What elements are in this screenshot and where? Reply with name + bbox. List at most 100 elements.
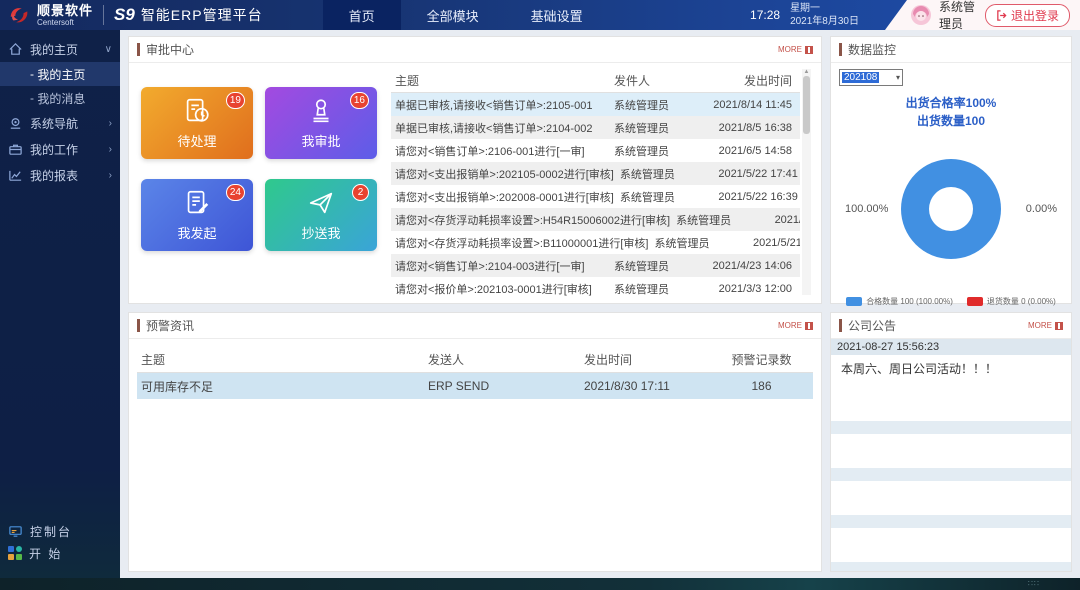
table-row[interactable]: 请您对<报价单>:202103-0001进行[审核]系统管理员2021/3/3 … [391, 277, 800, 300]
approval-more-link[interactable]: MORE [778, 45, 813, 54]
table-row[interactable]: 单据已审核,请接收<销售订单>:2104-002系统管理员2021/8/5 16… [391, 116, 800, 139]
notice-item[interactable]: 2021-08-27 15:56:23 本周六、周日公司活动！！！ [831, 339, 1071, 387]
nav-tab-home[interactable]: 首页 [323, 0, 401, 30]
console-button[interactable]: 控制台 [0, 520, 120, 542]
scroll-up-icon[interactable]: ▲ [804, 69, 810, 75]
legend-swatch-return [967, 297, 983, 306]
pending-count-badge: 19 [226, 92, 245, 109]
alerts-panel-title: 预警资讯 [146, 317, 194, 334]
more-grid-icon [1055, 322, 1063, 330]
table-row[interactable]: 请您对<支出报销单>:202105-0002进行[审核]系统管理员2021/5/… [391, 162, 800, 185]
table-scrollbar[interactable]: ▲ [802, 69, 811, 295]
table-row[interactable]: 请您对<存货浮动耗损率设置>:B11000001进行[审核]系统管理员2021/… [391, 231, 800, 254]
sidebar-subitem-my-home[interactable]: - 我的主页 [0, 62, 120, 86]
paper-plane-icon [306, 188, 336, 218]
approval-tiles: 19 待处理 16 [141, 87, 377, 295]
tile-cc-to-me[interactable]: 2 抄送我 [265, 179, 377, 251]
centersoft-swirl-icon [8, 4, 30, 26]
date-block: 星期一 2021年8月30日 [790, 2, 885, 28]
notice-text: 本周六、周日公司活动！！！ [831, 355, 1071, 387]
product-title: 智能ERP管理平台 [141, 0, 293, 30]
start-button[interactable]: 开 始 [0, 542, 120, 564]
sidebar-item-my-home[interactable]: 我的主页 ∨ [0, 36, 120, 62]
alerts-panel: 预警资讯 MORE 主题 发送人 发出时间 预警记录数 [128, 312, 822, 572]
notice-empty-slot [831, 421, 1071, 434]
topbar-right: 17:28 星期一 2021年8月30日 系统管理员 [750, 0, 1080, 30]
scrollbar-thumb[interactable] [803, 76, 810, 134]
panel-accent-bar [839, 43, 842, 56]
legend-swatch-pass [846, 297, 862, 306]
user-avatar[interactable] [911, 5, 931, 25]
home-icon [8, 42, 23, 57]
pass-rate-text: 出货合格率100% [839, 94, 1063, 112]
data-monitor-panel: 数据监控 202108 ▾ 出货合格率100% 出货数量100 100.00% [830, 36, 1072, 304]
chevron-down-icon: ∨ [105, 44, 112, 55]
table-row[interactable]: 请您对<存货浮动耗损率设置>:H54R15006002进行[审核]系统管理员20… [391, 208, 800, 231]
legend-pass: 合格数量 100 (100.00%) [846, 296, 953, 307]
legend-return: 退货数量 0 (0.00%) [967, 296, 1056, 307]
donut-chart: 100.00% 0.00% [839, 134, 1063, 284]
period-select-value: 202108 [842, 72, 879, 83]
initiated-count-badge: 24 [226, 184, 245, 201]
sidebar-item-system-nav[interactable]: 系统导航 › [0, 110, 120, 136]
sidebar-item-my-reports[interactable]: 我的报表 › [0, 162, 120, 188]
brand-logo: 顺景软件 Centersoft [0, 0, 103, 30]
logout-button[interactable]: 退出登录 [985, 4, 1070, 27]
briefcase-icon [8, 142, 23, 157]
brand-name-en: Centersoft [37, 19, 93, 27]
sidebar-subitem-my-messages[interactable]: - 我的消息 [0, 86, 120, 110]
tile-my-approvals[interactable]: 16 我审批 [265, 87, 377, 159]
s9-logo: S9 [104, 0, 141, 30]
erp-dashboard: 顺景软件 Centersoft S9 智能ERP管理平台 首页 全部模块 基础设… [0, 0, 1080, 590]
chart-legend: 合格数量 100 (100.00%) 退货数量 0 (0.00%) [839, 296, 1063, 307]
notice-more-link[interactable]: MORE [1028, 321, 1063, 330]
notice-empty-slot [831, 562, 1071, 571]
main-nav: 首页 全部模块 基础设置 [323, 0, 609, 30]
brand-name-cn: 顺景软件 [37, 4, 93, 17]
chevron-right-icon: › [109, 118, 112, 129]
chevron-down-icon: ▾ [896, 73, 900, 82]
console-icon [8, 524, 23, 539]
doc-clock-icon [182, 96, 212, 126]
main-content: 审批中心 MORE 19 [120, 30, 1080, 578]
top-bar: 顺景软件 Centersoft S9 智能ERP管理平台 首页 全部模块 基础设… [0, 0, 1080, 30]
sidebar: 我的主页 ∨ - 我的主页 - 我的消息 系统导航 › [0, 30, 120, 578]
donut-label-right: 0.00% [1026, 203, 1057, 215]
more-grid-icon [805, 46, 813, 54]
nav-tab-base-settings[interactable]: 基础设置 [505, 0, 609, 30]
tile-pending[interactable]: 19 待处理 [141, 87, 253, 159]
table-row[interactable]: 可用库存不足 ERP SEND 2021/8/30 17:11 186 [137, 373, 813, 399]
nav-tab-all-modules[interactable]: 全部模块 [401, 0, 505, 30]
sidebar-bottom: 控制台 开 始 [0, 514, 120, 578]
approval-center-panel: 审批中心 MORE 19 [128, 36, 822, 304]
notice-timestamp: 2021-08-27 15:56:23 [831, 339, 1071, 355]
panel-accent-bar [137, 319, 140, 332]
panel-accent-bar [839, 319, 842, 332]
ship-qty-text: 出货数量100 [839, 112, 1063, 130]
company-notice-panel: 公司公告 MORE 2021-08-27 15:56:23 本周六、周日公司活动… [830, 312, 1072, 572]
chevron-right-icon: › [109, 170, 112, 181]
approval-panel-title: 审批中心 [146, 41, 194, 58]
approval-table: 主题 发件人 发出时间 单据已审核,请接收<销售订单>:2105-001系统管理… [391, 69, 811, 295]
donut-ring [901, 159, 1001, 259]
doc-edit-icon [182, 188, 212, 218]
table-row[interactable]: 请您对<销售订单>:2104-003进行[一审]系统管理员2021/4/23 1… [391, 254, 800, 277]
monitor-panel-title: 数据监控 [848, 41, 896, 58]
weekday: 星期一 [790, 2, 859, 15]
tile-initiated-by-me[interactable]: 24 我发起 [141, 179, 253, 251]
start-icon [8, 546, 22, 560]
alerts-table: 主题 发送人 发出时间 预警记录数 可用库存不足 ERP SEND 2021/8… [129, 339, 821, 571]
more-grid-icon [805, 322, 813, 330]
table-row[interactable]: 请您对<支出报销单>:202008-0001进行[审核]系统管理员2021/5/… [391, 185, 800, 208]
clock: 17:28 [750, 8, 790, 22]
period-select[interactable]: 202108 ▾ [839, 69, 903, 86]
sidebar-item-my-work[interactable]: 我的工作 › [0, 136, 120, 162]
donut-label-left: 100.00% [845, 203, 888, 215]
nav-pin-icon [8, 116, 23, 131]
my-approvals-count-badge: 16 [350, 92, 369, 109]
table-row[interactable]: 单据已审核,请接收<销售订单>:2105-001系统管理员2021/8/14 1… [391, 93, 800, 116]
table-row[interactable]: 请您对<销售订单>:2106-001进行[一审]系统管理员2021/6/5 14… [391, 139, 800, 162]
alerts-more-link[interactable]: MORE [778, 321, 813, 330]
alerts-table-header: 主题 发送人 发出时间 预警记录数 [137, 347, 813, 373]
date: 2021年8月30日 [790, 15, 859, 28]
